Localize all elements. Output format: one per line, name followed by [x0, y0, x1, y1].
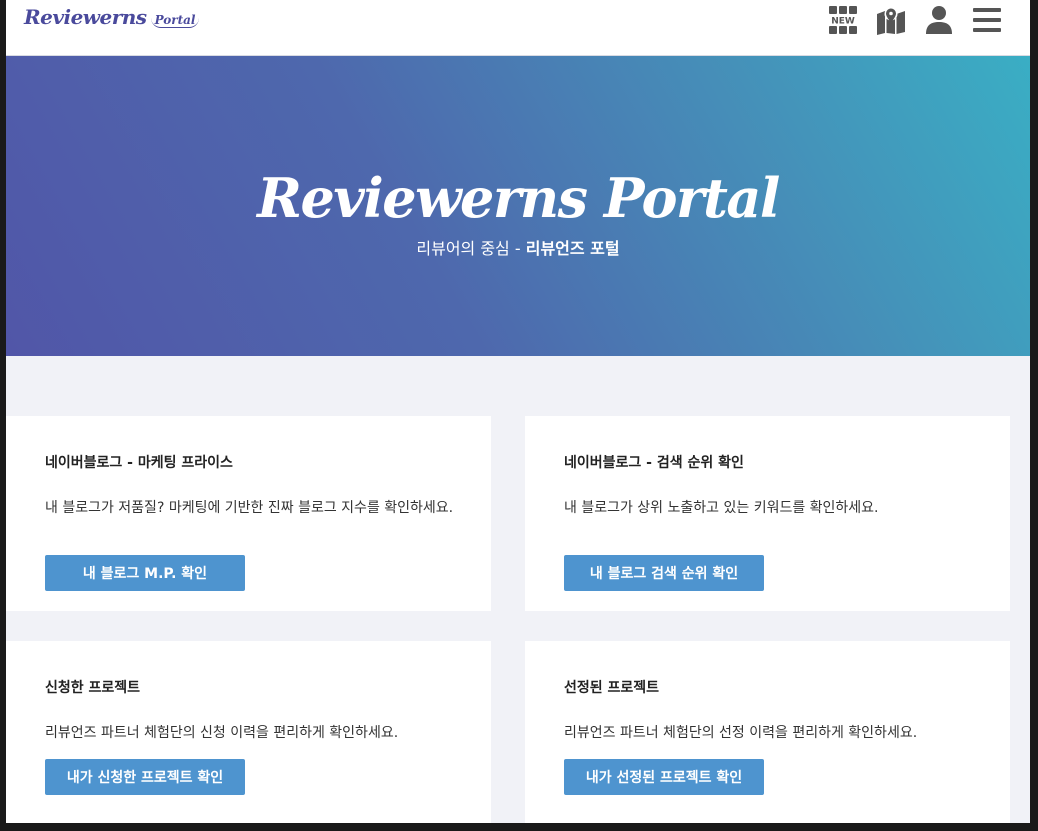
new-grid-icon[interactable]: NEW	[828, 5, 858, 35]
card-title: 신청한 프로젝트	[45, 680, 141, 696]
map-icon[interactable]	[876, 5, 906, 35]
card-search-rank: 네이버블로그 - 검색 순위 확인 내 블로그가 상위 노출하고 있는 키워드를…	[525, 416, 1010, 611]
hero-banner: Reviewerns Portal 리뷰어의 중심 - 리뷰언즈 포털	[6, 56, 1030, 356]
new-badge-text: NEW	[831, 17, 855, 27]
user-icon-svg	[926, 6, 952, 34]
hamburger-menu-icon-svg	[973, 8, 1001, 32]
app-window: Reviewerns Portal NEW Reviewerns Portal …	[6, 0, 1030, 823]
card-description: 내 블로그가 저품질? 마케팅에 기반한 진짜 블로그 지수를 확인하세요.	[45, 500, 454, 516]
new-grid-icon-svg: NEW	[828, 6, 858, 34]
site-logo[interactable]: Reviewerns Portal	[24, 5, 200, 29]
logo-wordmark: Reviewerns	[24, 5, 147, 29]
card-description: 내 블로그가 상위 노출하고 있는 키워드를 확인하세요.	[564, 500, 879, 516]
check-search-rank-button[interactable]: 내 블로그 검색 순위 확인	[564, 555, 764, 591]
card-title: 네이버블로그 - 검색 순위 확인	[564, 455, 744, 471]
card-applied-projects: 신청한 프로젝트 리뷰언즈 파트너 체험단의 신청 이력을 편리하게 확인하세요…	[6, 641, 491, 823]
check-selected-projects-button[interactable]: 내가 선정된 프로젝트 확인	[564, 759, 764, 795]
card-selected-projects: 선정된 프로젝트 리뷰언즈 파트너 체험단의 선정 이력을 편리하게 확인하세요…	[525, 641, 1010, 823]
card-title: 네이버블로그 - 마케팅 프라이스	[45, 455, 233, 471]
hero-subtitle-plain: 리뷰어의 중심 -	[416, 239, 526, 258]
hero-subtitle: 리뷰어의 중심 - 리뷰언즈 포털	[6, 238, 1030, 260]
card-marketing-price: 네이버블로그 - 마케팅 프라이스 내 블로그가 저품질? 마케팅에 기반한 진…	[6, 416, 491, 611]
check-mp-button[interactable]: 내 블로그 M.P. 확인	[45, 555, 245, 591]
card-title: 선정된 프로젝트	[564, 680, 660, 696]
hero-subtitle-bold: 리뷰언즈 포털	[525, 239, 620, 258]
hamburger-menu-icon[interactable]	[972, 5, 1002, 35]
logo-portal-tag: Portal	[150, 13, 200, 28]
card-description: 리뷰언즈 파트너 체험단의 선정 이력을 편리하게 확인하세요.	[564, 725, 918, 741]
check-applied-projects-button[interactable]: 내가 신청한 프로젝트 확인	[45, 759, 245, 795]
top-navigation-bar: Reviewerns Portal NEW	[6, 0, 1030, 56]
header-icon-group: NEW	[828, 5, 1002, 35]
hero-title: Reviewerns Portal	[257, 166, 780, 230]
card-description: 리뷰언즈 파트너 체험단의 신청 이력을 편리하게 확인하세요.	[45, 725, 399, 741]
map-icon-svg	[877, 7, 905, 35]
user-icon[interactable]	[924, 5, 954, 35]
